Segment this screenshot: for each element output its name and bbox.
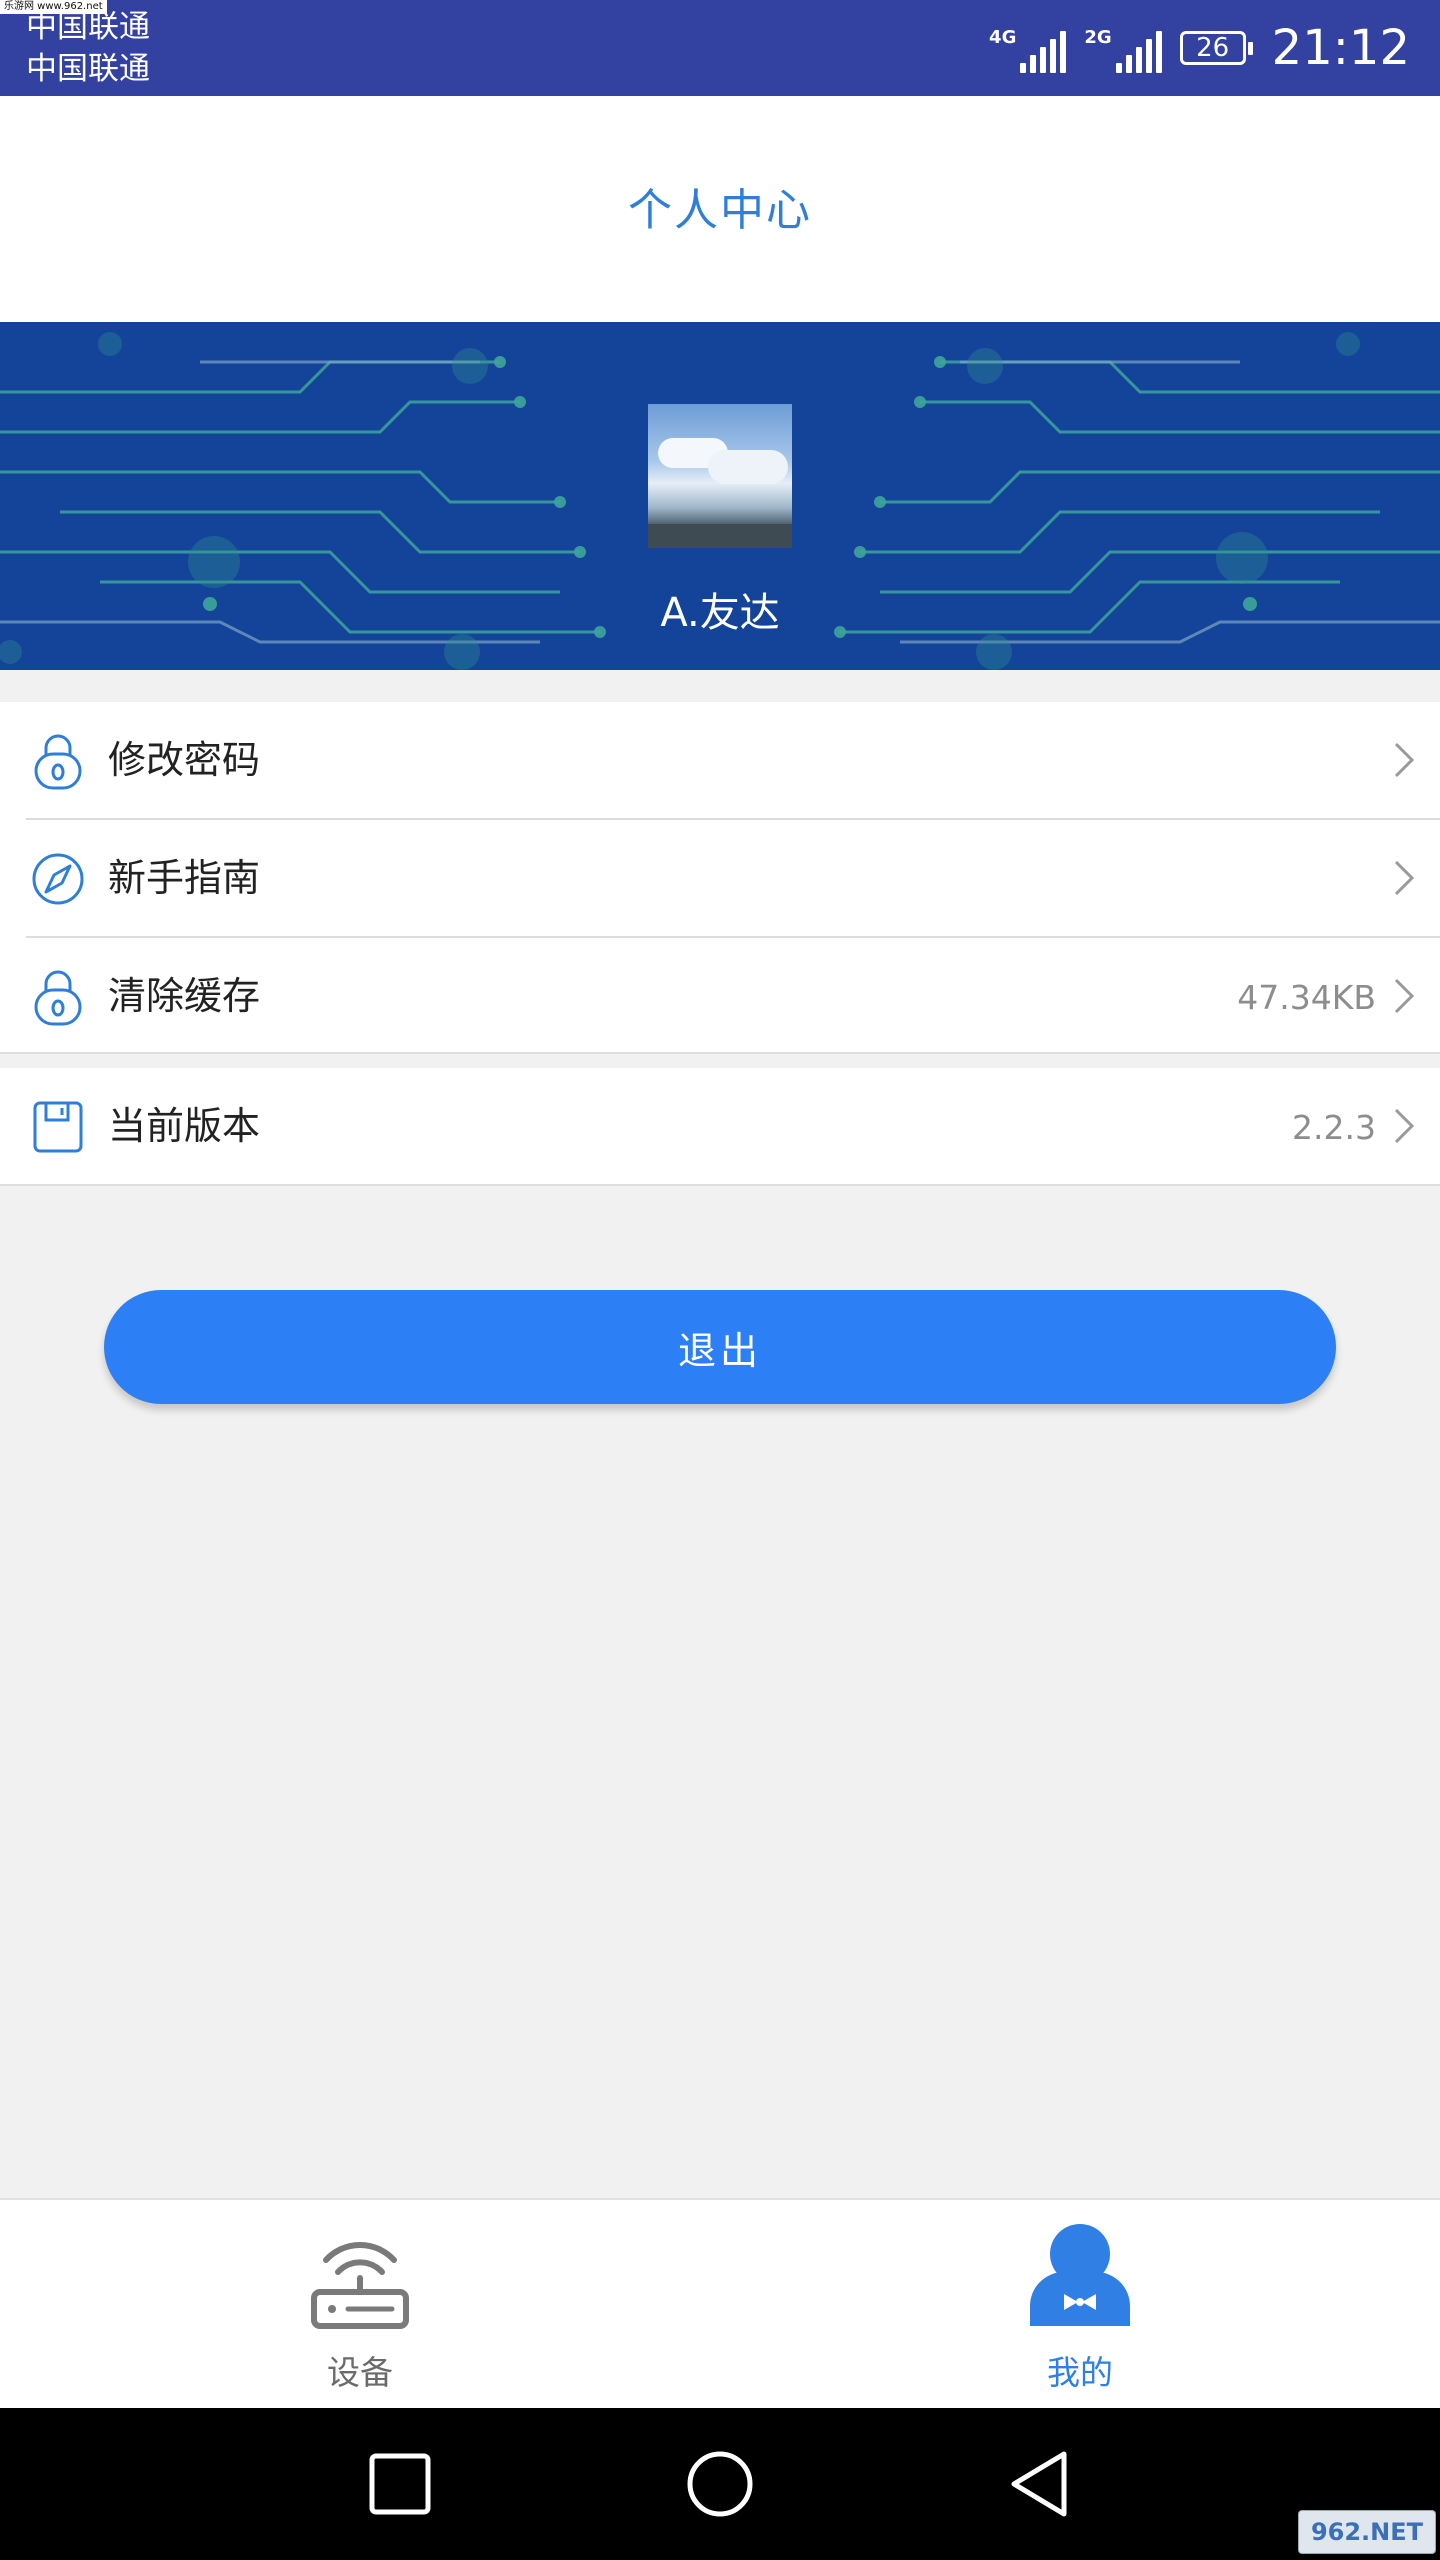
signal-4g: 4G xyxy=(989,23,1067,73)
page-title: 个人中心 xyxy=(628,185,812,236)
watermark-bottom-right: 962.NET xyxy=(1298,2510,1436,2554)
tab-mine[interactable]: 我的 xyxy=(720,2200,1440,2410)
network-type-4g: 4G xyxy=(989,27,1017,48)
signal-bars-icon xyxy=(1115,29,1162,73)
system-nav-bar: 962.NET xyxy=(0,2408,1440,2560)
divider xyxy=(0,1184,1440,1186)
menu-item-beginner-guide[interactable]: 新手指南 xyxy=(0,820,1440,936)
menu-item-label: 清除缓存 xyxy=(108,974,261,1018)
save-icon xyxy=(33,1101,83,1153)
tab-label: 我的 xyxy=(1047,2353,1113,2392)
clock: 21:12 xyxy=(1271,20,1410,76)
chevron-right-icon xyxy=(1394,1108,1415,1144)
watermark-top-left: 乐游网 www.962.net xyxy=(0,0,107,14)
divider xyxy=(0,1052,1440,1054)
user-icon xyxy=(1030,2224,1130,2326)
signal-2g: 2G xyxy=(1084,23,1162,73)
back-icon[interactable] xyxy=(1004,2448,1076,2520)
compass-icon xyxy=(32,853,84,905)
carrier-2: 中国联通 xyxy=(26,51,150,87)
bottom-tab-bar: 设备 我的 xyxy=(0,2198,1440,2408)
profile-banner: A.友达 xyxy=(0,322,1440,670)
header: 个人中心 xyxy=(0,96,1440,322)
lock-icon xyxy=(34,970,82,1026)
tab-devices[interactable]: 设备 xyxy=(0,2200,720,2410)
chevron-right-icon xyxy=(1394,742,1415,778)
router-icon xyxy=(311,2241,409,2329)
username: A.友达 xyxy=(660,590,780,636)
version-number: 2.2.3 xyxy=(1292,1108,1376,1147)
chevron-right-icon xyxy=(1394,978,1415,1014)
status-bar: 中国联通 中国联通 乐游网 www.962.net 4G 2G 26 21:12 xyxy=(0,0,1440,96)
status-indicators: 4G 2G 26 21:12 xyxy=(989,18,1410,78)
menu-item-change-password[interactable]: 修改密码 xyxy=(0,702,1440,818)
menu-item-current-version[interactable]: 当前版本 2.2.3 xyxy=(0,1068,1440,1184)
tab-label: 设备 xyxy=(327,2353,393,2392)
settings-menu: 修改密码 新手指南 清除缓存 47.34KB xyxy=(0,702,1440,1054)
menu-item-clear-cache[interactable]: 清除缓存 47.34KB xyxy=(0,938,1440,1054)
network-type-2g: 2G xyxy=(1084,27,1112,48)
version-menu: 当前版本 2.2.3 xyxy=(0,1068,1440,1184)
menu-item-label: 修改密码 xyxy=(108,738,261,782)
menu-item-label: 新手指南 xyxy=(108,856,261,900)
battery-level: 26 xyxy=(1196,33,1230,63)
signal-bars-icon xyxy=(1020,29,1067,73)
avatar[interactable] xyxy=(648,404,792,548)
logout-button[interactable]: 退出 xyxy=(104,1290,1336,1404)
lock-icon xyxy=(34,734,82,790)
chevron-right-icon xyxy=(1394,860,1415,896)
cache-size: 47.34KB xyxy=(1237,978,1376,1017)
battery-icon: 26 xyxy=(1179,31,1253,65)
home-icon[interactable] xyxy=(684,2448,756,2520)
recent-apps-icon[interactable] xyxy=(364,2448,436,2520)
carrier-names: 中国联通 中国联通 xyxy=(26,6,150,90)
menu-item-label: 当前版本 xyxy=(108,1104,261,1148)
